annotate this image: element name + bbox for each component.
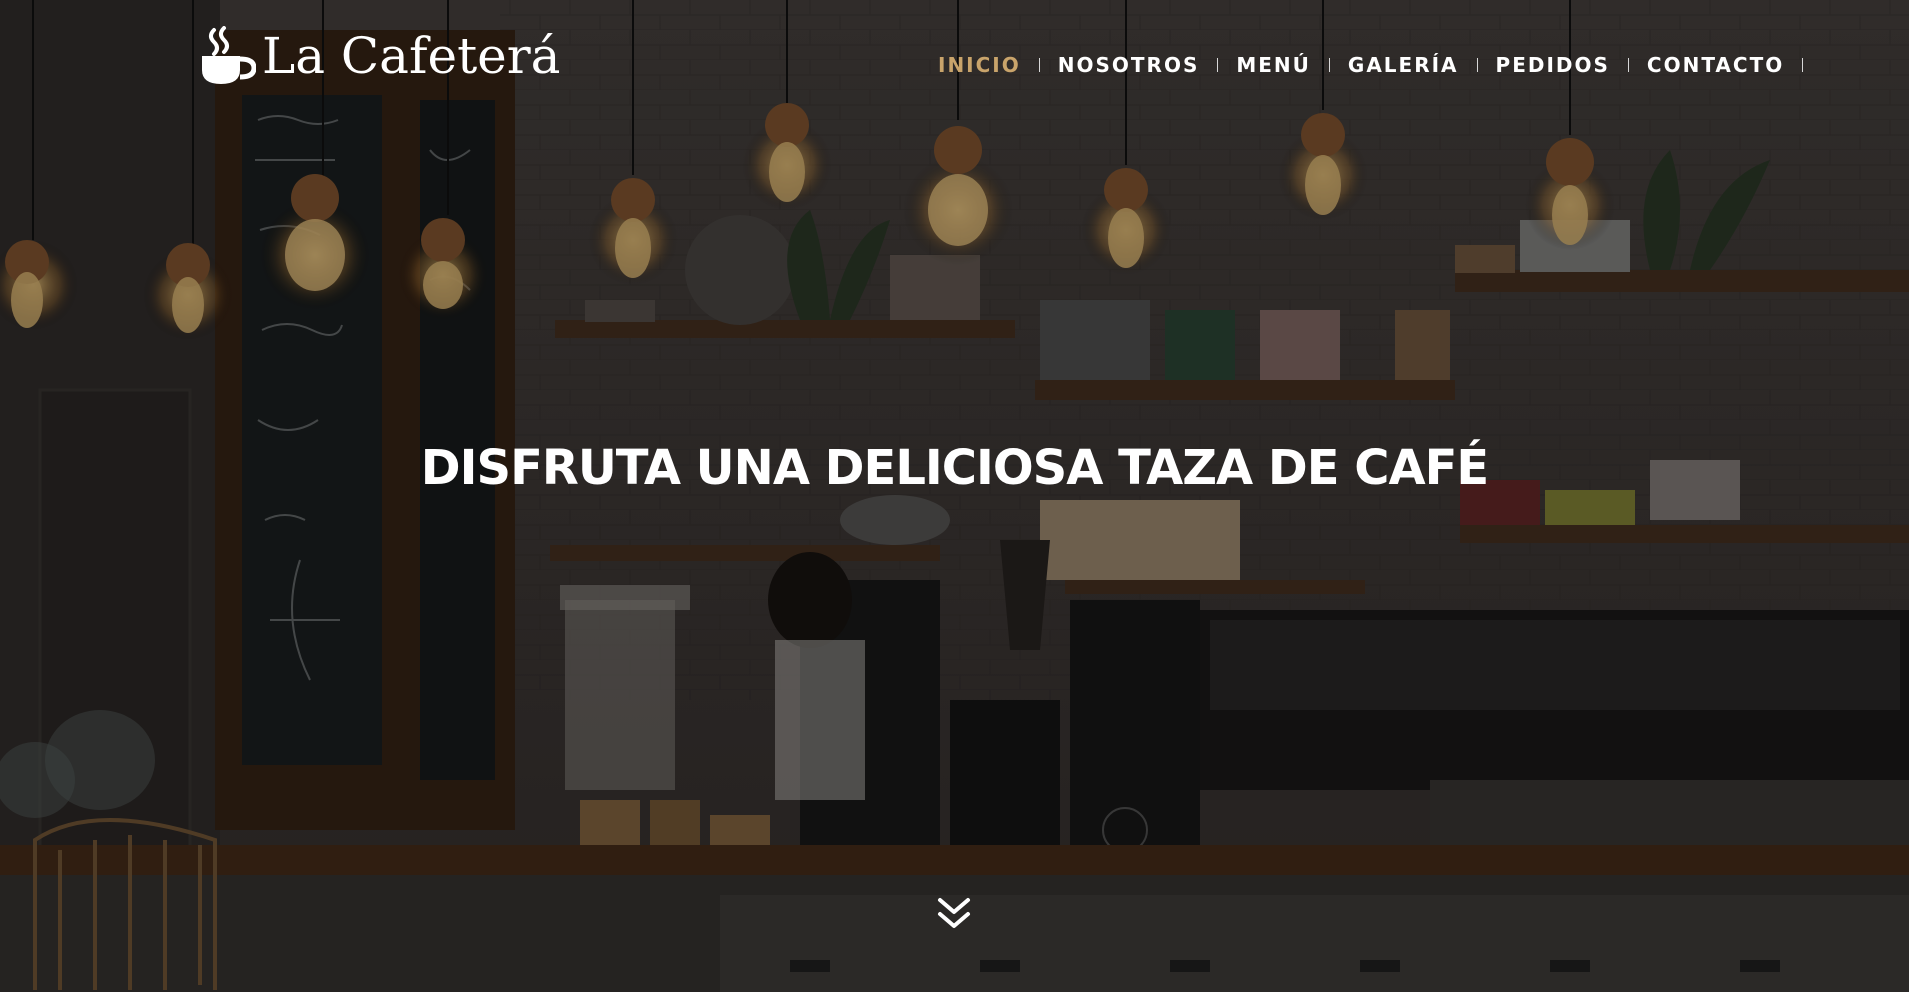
hero-section: La Cafeterá INICIO NOSOTROS MENÚ GALERÍA… xyxy=(0,0,1909,992)
double-chevron-down-icon[interactable] xyxy=(932,892,976,936)
nav-link-pedidos[interactable]: PEDIDOS xyxy=(1478,53,1628,77)
nav-link-contacto[interactable]: CONTACTO xyxy=(1629,53,1802,77)
nav-item-contacto: CONTACTO xyxy=(1629,53,1804,77)
coffee-cup-icon xyxy=(202,26,256,84)
nav-item-pedidos: PEDIDOS xyxy=(1478,53,1629,77)
nav-item-inicio: INICIO xyxy=(920,53,1040,77)
hero-dark-overlay xyxy=(0,0,1909,992)
nav-separator xyxy=(1802,58,1804,72)
nav-item-menu: MENÚ xyxy=(1218,53,1330,77)
nav-link-inicio[interactable]: INICIO xyxy=(920,53,1039,77)
nav-link-nosotros[interactable]: NOSOTROS xyxy=(1040,53,1218,77)
brand-logo[interactable]: La Cafeterá xyxy=(200,24,560,88)
nav-item-galeria: GALERÍA xyxy=(1330,53,1478,77)
brand-name: La Cafeterá xyxy=(262,27,561,85)
main-nav: INICIO NOSOTROS MENÚ GALERÍA PEDIDOS CON… xyxy=(920,50,1804,80)
nav-item-nosotros: NOSOTROS xyxy=(1040,53,1219,77)
hero-headline: DISFRUTA UNA DELICIOSA TAZA DE CAFÉ xyxy=(420,440,1489,496)
nav-link-galeria[interactable]: GALERÍA xyxy=(1330,53,1477,77)
nav-link-menu[interactable]: MENÚ xyxy=(1218,53,1329,77)
